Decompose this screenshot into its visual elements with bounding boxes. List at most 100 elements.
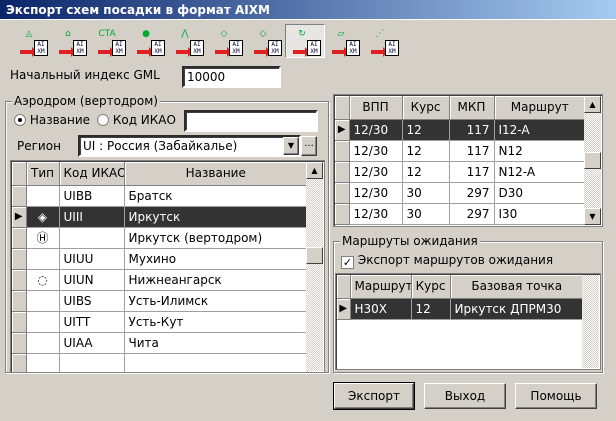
region-label: Регион xyxy=(17,139,61,153)
cell-rwy: 12/30 xyxy=(349,161,403,183)
col-route[interactable]: Маршрут xyxy=(494,96,586,120)
chevron-down-icon[interactable]: ▼ xyxy=(283,137,299,155)
row-indicator[interactable] xyxy=(12,311,27,333)
cell-type: ◌ xyxy=(26,269,60,291)
col-course[interactable]: Курс xyxy=(402,96,450,120)
cell-route: H30X xyxy=(350,298,412,320)
export-approach-button[interactable]: ↻ AI XM xyxy=(285,24,325,58)
cell-mag: 297 xyxy=(449,203,495,225)
table-row[interactable]: UIUU Мухино xyxy=(12,248,308,270)
row-indicator[interactable] xyxy=(12,290,27,312)
holding-grid: Маршрут Курс Базовая точка ▶ H30X 12 Иркутск Д… xyxy=(335,273,601,370)
checkmark-icon: ✓ xyxy=(341,256,354,269)
table-row[interactable]: 12/30 12 117 N12 xyxy=(335,140,586,162)
scroll-down-icon[interactable]: ▼ xyxy=(584,208,601,225)
cell-icao: UITT xyxy=(59,311,125,333)
aixm-export-icon: ● AI XM xyxy=(133,26,165,57)
aerodrome-group-label: Аэродром (вертодром) xyxy=(12,94,160,108)
aerodrome-scrollbar[interactable]: ▲ xyxy=(306,162,323,371)
col-runway[interactable]: ВПП xyxy=(349,96,403,120)
procedures-scrollbar[interactable]: ▲ ▼ xyxy=(584,96,601,225)
radio-by-name[interactable]: Название xyxy=(14,113,90,127)
radio-name-label: Название xyxy=(29,113,91,127)
cell-type: Ⓗ xyxy=(26,227,60,249)
scroll-up-icon[interactable]: ▲ xyxy=(306,162,323,179)
col-course[interactable]: Курс xyxy=(411,275,451,299)
aixm-export-icon: ◬ AI XM xyxy=(16,26,48,57)
row-indicator[interactable] xyxy=(335,182,350,204)
scroll-up-icon[interactable]: ▲ xyxy=(584,96,601,113)
row-indicator[interactable] xyxy=(12,332,27,354)
col-icao[interactable]: Код ИКАО xyxy=(59,162,125,186)
aixm-export-icon: ◇ AI XM xyxy=(250,26,282,57)
row-indicator[interactable]: ▶ xyxy=(335,119,350,141)
table-row[interactable]: ◌ UIUN Нижнеангарск xyxy=(12,269,308,291)
cell-type: ◈ xyxy=(26,206,60,228)
export-runway-button[interactable]: ▱ AI XM xyxy=(324,24,364,58)
table-row[interactable]: ▶ 12/30 12 117 I12-A xyxy=(335,119,586,141)
export-navaid-button[interactable]: ⋀ AI XM xyxy=(168,24,208,58)
holding-scrollbar[interactable] xyxy=(582,275,599,368)
export-obstacle-button[interactable]: ⋰ AI XM xyxy=(363,24,403,58)
cell-type xyxy=(26,248,60,270)
export-restricted-area-button[interactable]: ● AI XM xyxy=(129,24,169,58)
table-row[interactable]: 12/30 30 297 I30 xyxy=(335,203,586,225)
export-aerodrome-button[interactable]: ◬ AI XM xyxy=(12,24,52,58)
cell-name: Иркутск xyxy=(124,206,308,228)
export-holding-checkbox[interactable]: ✓ Экспорт маршрутов ожидания xyxy=(341,253,553,269)
row-indicator[interactable]: ▶ xyxy=(337,298,351,320)
cell-type xyxy=(26,311,60,333)
table-row[interactable]: Ⓗ Иркутск (вертодром) xyxy=(12,227,308,249)
table-row[interactable]: ▶ H30X 12 Иркутск ДПРМ30 xyxy=(337,298,584,320)
exit-button[interactable]: Выход xyxy=(424,383,506,409)
cell-name: Усть-Кут xyxy=(124,311,308,333)
cell-icao: UIII xyxy=(59,206,125,228)
scroll-thumb[interactable] xyxy=(306,247,323,264)
col-name[interactable]: Название xyxy=(124,162,308,186)
row-indicator[interactable]: ▶ xyxy=(12,206,27,228)
scroll-thumb[interactable] xyxy=(584,152,601,169)
cell-type xyxy=(26,290,60,312)
row-indicator[interactable] xyxy=(335,140,350,162)
row-indicator[interactable] xyxy=(335,203,350,225)
col-type[interactable]: Тип xyxy=(26,162,60,186)
export-airspace-button[interactable]: ⌂ AI XM xyxy=(51,24,91,58)
gml-index-input[interactable]: 10000 xyxy=(182,66,281,88)
cell-rwy: 12/30 xyxy=(349,203,403,225)
table-row[interactable]: 12/30 30 297 D30 xyxy=(335,182,586,204)
cell-route: N12-A xyxy=(494,161,586,183)
aerodrome-search-input[interactable] xyxy=(184,110,318,132)
radio-by-icao[interactable]: Код ИКАО xyxy=(97,113,176,127)
table-row[interactable]: ▶ ◈ UIII Иркутск xyxy=(12,206,308,228)
cell-course: 12 xyxy=(402,161,450,183)
col-mag[interactable]: МКП xyxy=(449,96,495,120)
row-indicator[interactable] xyxy=(12,185,27,207)
holding-group-label: Маршруты ожидания xyxy=(340,234,480,248)
cell-icao: UIBS xyxy=(59,290,125,312)
export-star-button[interactable]: ◇ AI XM xyxy=(246,24,286,58)
export-cta-button[interactable]: CTA AI XM xyxy=(90,24,130,58)
table-row[interactable]: UIBB Братск xyxy=(12,185,308,207)
row-indicator[interactable] xyxy=(12,269,27,291)
cell-mag: 117 xyxy=(449,119,495,141)
col-route[interactable]: Маршрут xyxy=(350,275,412,299)
table-row[interactable]: UIAA Чита xyxy=(12,332,308,354)
aerodrome-grid: Тип Код ИКАО Название UIBB Братск ▶ ◈ UIII Иркут… xyxy=(10,160,325,373)
col-base-point[interactable]: Базовая точка xyxy=(450,275,584,299)
export-sid-button[interactable]: ◇ AI XM xyxy=(207,24,247,58)
table-row[interactable]: UIBS Усть-Илимск xyxy=(12,290,308,312)
help-button[interactable]: Помощь xyxy=(515,383,597,409)
table-row[interactable]: 12/30 12 117 N12-A xyxy=(335,161,586,183)
row-indicator[interactable] xyxy=(12,248,27,270)
aixm-export-icon: ▱ AI XM xyxy=(328,26,360,57)
region-select[interactable]: UI : Россия (Забайкалье) ▼ xyxy=(78,135,301,157)
row-indicator[interactable] xyxy=(335,161,350,183)
cell-icao: UIUU xyxy=(59,248,125,270)
cell-route: I12-A xyxy=(494,119,586,141)
export-holding-label: Экспорт маршрутов ожидания xyxy=(357,253,554,267)
export-button[interactable]: Экспорт xyxy=(333,382,415,410)
region-browse-button[interactable]: ... xyxy=(301,136,317,156)
cell-course: 12 xyxy=(411,298,451,320)
table-row[interactable]: UITT Усть-Кут xyxy=(12,311,308,333)
row-indicator[interactable] xyxy=(12,227,27,249)
